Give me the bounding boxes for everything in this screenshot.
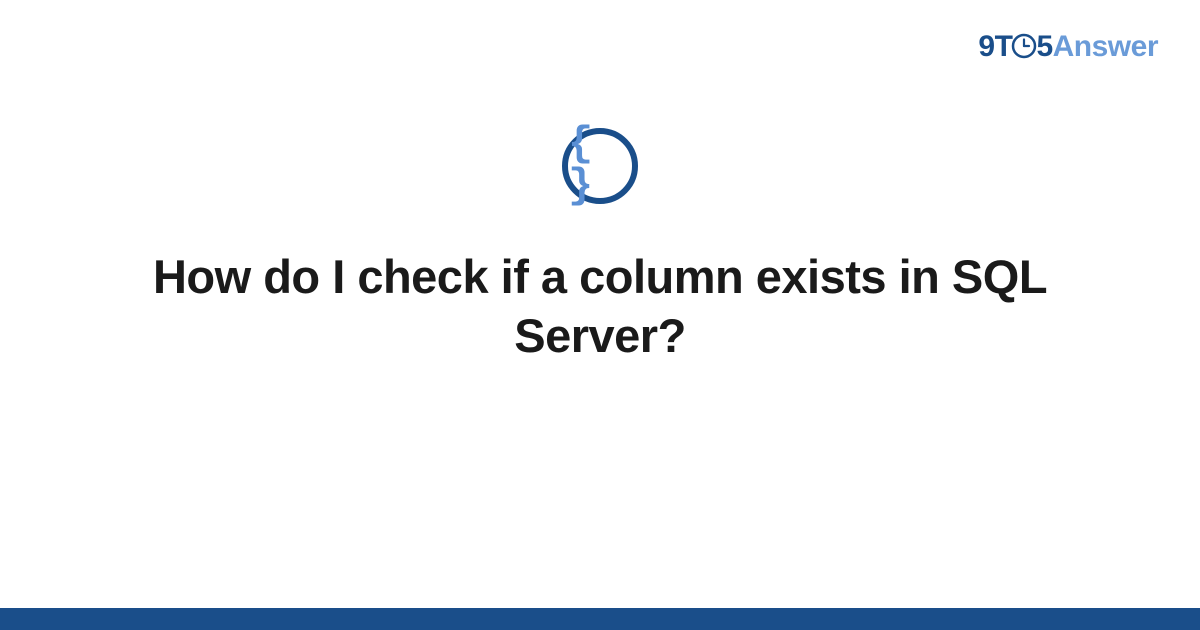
logo-t: T [995, 30, 1013, 63]
site-logo: 9T5Answer [978, 30, 1158, 64]
logo-five: 5 [1036, 30, 1052, 63]
braces-glyph: { } [568, 123, 632, 207]
main-content: { } How do I check if a column exists in… [0, 128, 1200, 366]
logo-answer: Answer [1053, 30, 1158, 63]
code-braces-icon: { } [562, 128, 638, 204]
clock-icon [1011, 33, 1037, 59]
logo-nine: 9 [978, 30, 994, 63]
question-title: How do I check if a column exists in SQL… [120, 248, 1080, 366]
footer-accent-bar [0, 608, 1200, 630]
